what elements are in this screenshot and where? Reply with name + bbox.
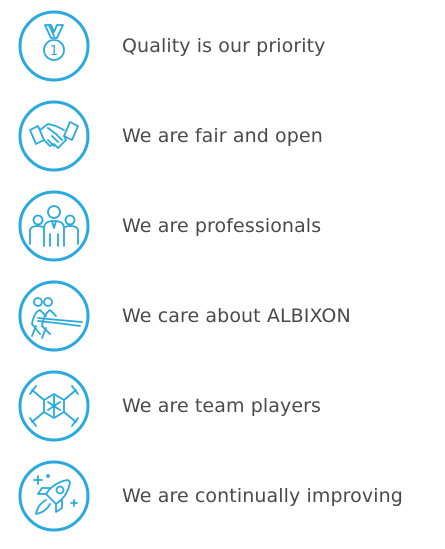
- rocket-icon: [18, 460, 90, 532]
- value-label: Quality is our priority: [122, 35, 326, 57]
- tug-of-war-icon: [18, 280, 90, 352]
- medal-icon: 1: [18, 10, 90, 82]
- value-item-improving: We are continually improving: [18, 460, 438, 532]
- handshake-icon: [18, 100, 90, 172]
- value-label: We care about ALBIXON: [122, 305, 351, 327]
- value-item-quality: 1 Quality is our priority: [18, 10, 438, 82]
- value-item-professionals: We are professionals: [18, 190, 438, 262]
- company-values-list: 1 Quality is our priority We are fair an…: [0, 0, 445, 549]
- value-label: We are professionals: [122, 215, 322, 237]
- value-label: We are continually improving: [122, 485, 403, 507]
- team-hands-icon: [18, 370, 90, 442]
- value-item-team-players: We are team players: [18, 370, 438, 442]
- value-item-care-albixon: We care about ALBIXON: [18, 280, 438, 352]
- value-item-fair-open: We are fair and open: [18, 100, 438, 172]
- value-label: We are team players: [122, 395, 322, 417]
- value-label: We are fair and open: [122, 125, 323, 147]
- medal-number: 1: [50, 44, 58, 59]
- professionals-icon: [18, 190, 90, 262]
